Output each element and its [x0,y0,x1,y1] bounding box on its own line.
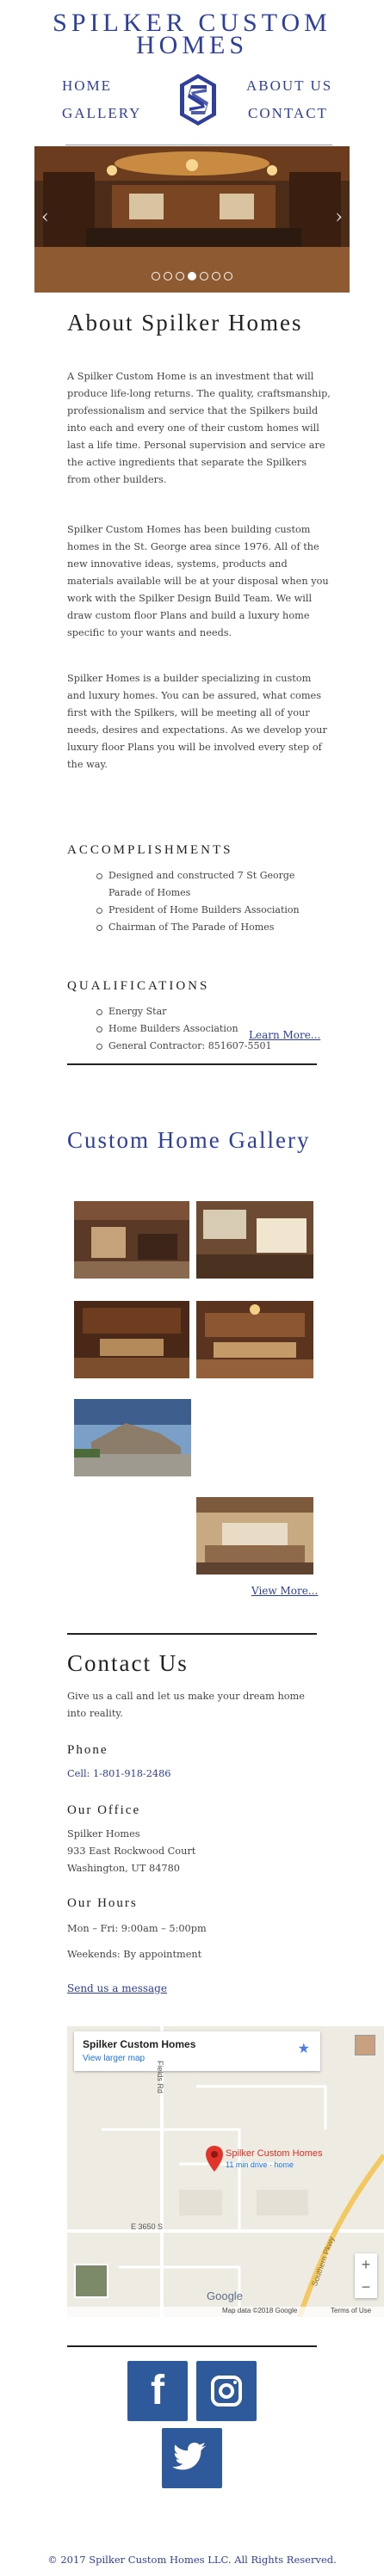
list-item: Chairman of The Parade of Homes [96,919,312,936]
zoom-out-button[interactable]: − [355,2276,377,2298]
map-data-text: Map data ©2018 Google [222,2307,298,2314]
about-paragraph-2: Spilker Custom Homes has been building c… [67,524,329,638]
gallery-thumb[interactable] [196,1301,313,1378]
gallery-thumb[interactable] [74,1399,191,1476]
star-icon[interactable]: ★ [298,2040,310,2056]
section-divider [67,1633,317,1635]
kitchen-photo [34,146,350,293]
send-message-link[interactable]: Send us a message [67,1982,167,1994]
gallery-photo [74,1301,189,1378]
list-item: Designed and constructed 7 St George Par… [96,867,312,902]
accomplishments-list: Designed and constructed 7 St George Par… [96,867,312,936]
hours-weekends: Weekends: By appointment [67,1949,202,1960]
gallery-thumb[interactable] [196,1201,313,1279]
phone-heading: Phone [67,1743,108,1757]
office-city: Washington, UT 84780 [67,1863,180,1874]
list-item: President of Home Builders Association [96,902,312,919]
slider-dot-active[interactable] [188,272,196,280]
map-place-name: Spilker Custom Homes [83,2038,196,2050]
twitter-icon[interactable] [162,2428,222,2488]
logo-icon[interactable] [179,73,217,126]
gallery-photo [196,1497,313,1575]
site-title-line2: HOMES [135,31,248,59]
hours-heading: Our Hours [67,1896,138,1910]
map-larger-link[interactable]: View larger map [83,2054,145,2063]
nav-home[interactable]: HOME [62,77,112,95]
gallery-photo [196,1301,313,1378]
hero-slider[interactable]: ‹ › [34,146,350,293]
avatar[interactable] [355,2035,375,2055]
about-paragraph-1: A Spilker Custom Home is an investment t… [67,371,331,485]
list-item: Energy Star [96,1003,312,1020]
gallery-photo [74,1399,191,1476]
view-more-link[interactable]: View More... [251,1585,318,1597]
satellite-toggle[interactable] [74,2264,108,2298]
map-pin-sub: 11 min drive · home [226,2160,294,2169]
slider-next-icon[interactable]: › [335,206,343,228]
slider-dot[interactable] [212,272,220,280]
google-map[interactable]: Spilker Custom Homes View larger map ★ S… [67,2026,384,2317]
nav-contact[interactable]: CONTACT [248,105,328,122]
zoom-in-button[interactable]: + [355,2253,377,2276]
gallery-photo [74,1201,189,1279]
map-pin-label: Spilker Custom Homes [226,2148,323,2159]
facebook-icon[interactable]: f [127,2361,188,2421]
footer-copyright: © 2017 Spilker Custom Homes LLC. All Rig… [47,2554,337,2566]
slider-dot[interactable] [164,272,172,280]
contact-intro: Give us a call and let us make your drea… [67,1691,305,1719]
gallery-thumb[interactable] [196,1497,313,1575]
map-pin-icon[interactable] [205,2145,224,2172]
map-attribution-bar: Map data ©2018 Google Terms of Use [67,2307,384,2317]
gallery-heading: Custom Home Gallery [67,1127,311,1153]
section-divider [67,1063,317,1065]
office-street: 933 East Rockwood Court [67,1846,196,1857]
map-street-label: Fields Rd [156,2061,164,2094]
google-logo: Google [207,2289,243,2302]
instagram-icon[interactable] [196,2361,257,2421]
learn-more-link[interactable]: Learn More... [249,1029,320,1041]
twitter-glyph [172,2443,207,2470]
office-name: Spilker Homes [67,1828,140,1840]
accomplishments-heading: ACCOMPLISHMENTS [67,843,233,857]
slider-dot[interactable] [176,272,184,280]
gallery-thumb[interactable] [74,1301,189,1378]
phone-link[interactable]: Cell: 1-801-918-2486 [67,1766,331,1783]
slider-dot[interactable] [152,272,160,280]
site-title[interactable]: SPILKER CUSTOM HOMES [0,10,384,59]
section-divider [67,2345,317,2347]
slider-dot[interactable] [200,272,208,280]
about-heading: About Spilker Homes [67,310,303,336]
map-street-label: E 3650 S [131,2222,164,2231]
slider-prev-icon[interactable]: ‹ [41,206,49,228]
gallery-thumb[interactable] [74,1201,189,1279]
map-info-card[interactable]: Spilker Custom Homes View larger map ★ [74,2031,320,2071]
contact-heading: Contact Us [67,1650,189,1676]
about-paragraph-3: Spilker Homes is a builder specializing … [67,673,327,770]
qualifications-heading: QUALIFICATIONS [67,979,210,993]
nav-gallery[interactable]: GALLERY [62,105,141,122]
office-heading: Our Office [67,1803,141,1817]
hours-weekdays: Mon – Fri: 9:00am – 5:00pm [67,1923,207,1934]
nav-about[interactable]: ABOUT US [246,77,332,95]
gallery-photo [196,1201,313,1279]
map-terms-link[interactable]: Terms of Use [331,2307,371,2314]
zoom-control[interactable]: + − [355,2253,377,2298]
slider-dots[interactable] [34,272,350,280]
instagram-glyph [211,2376,242,2407]
slider-dot[interactable] [224,272,232,280]
